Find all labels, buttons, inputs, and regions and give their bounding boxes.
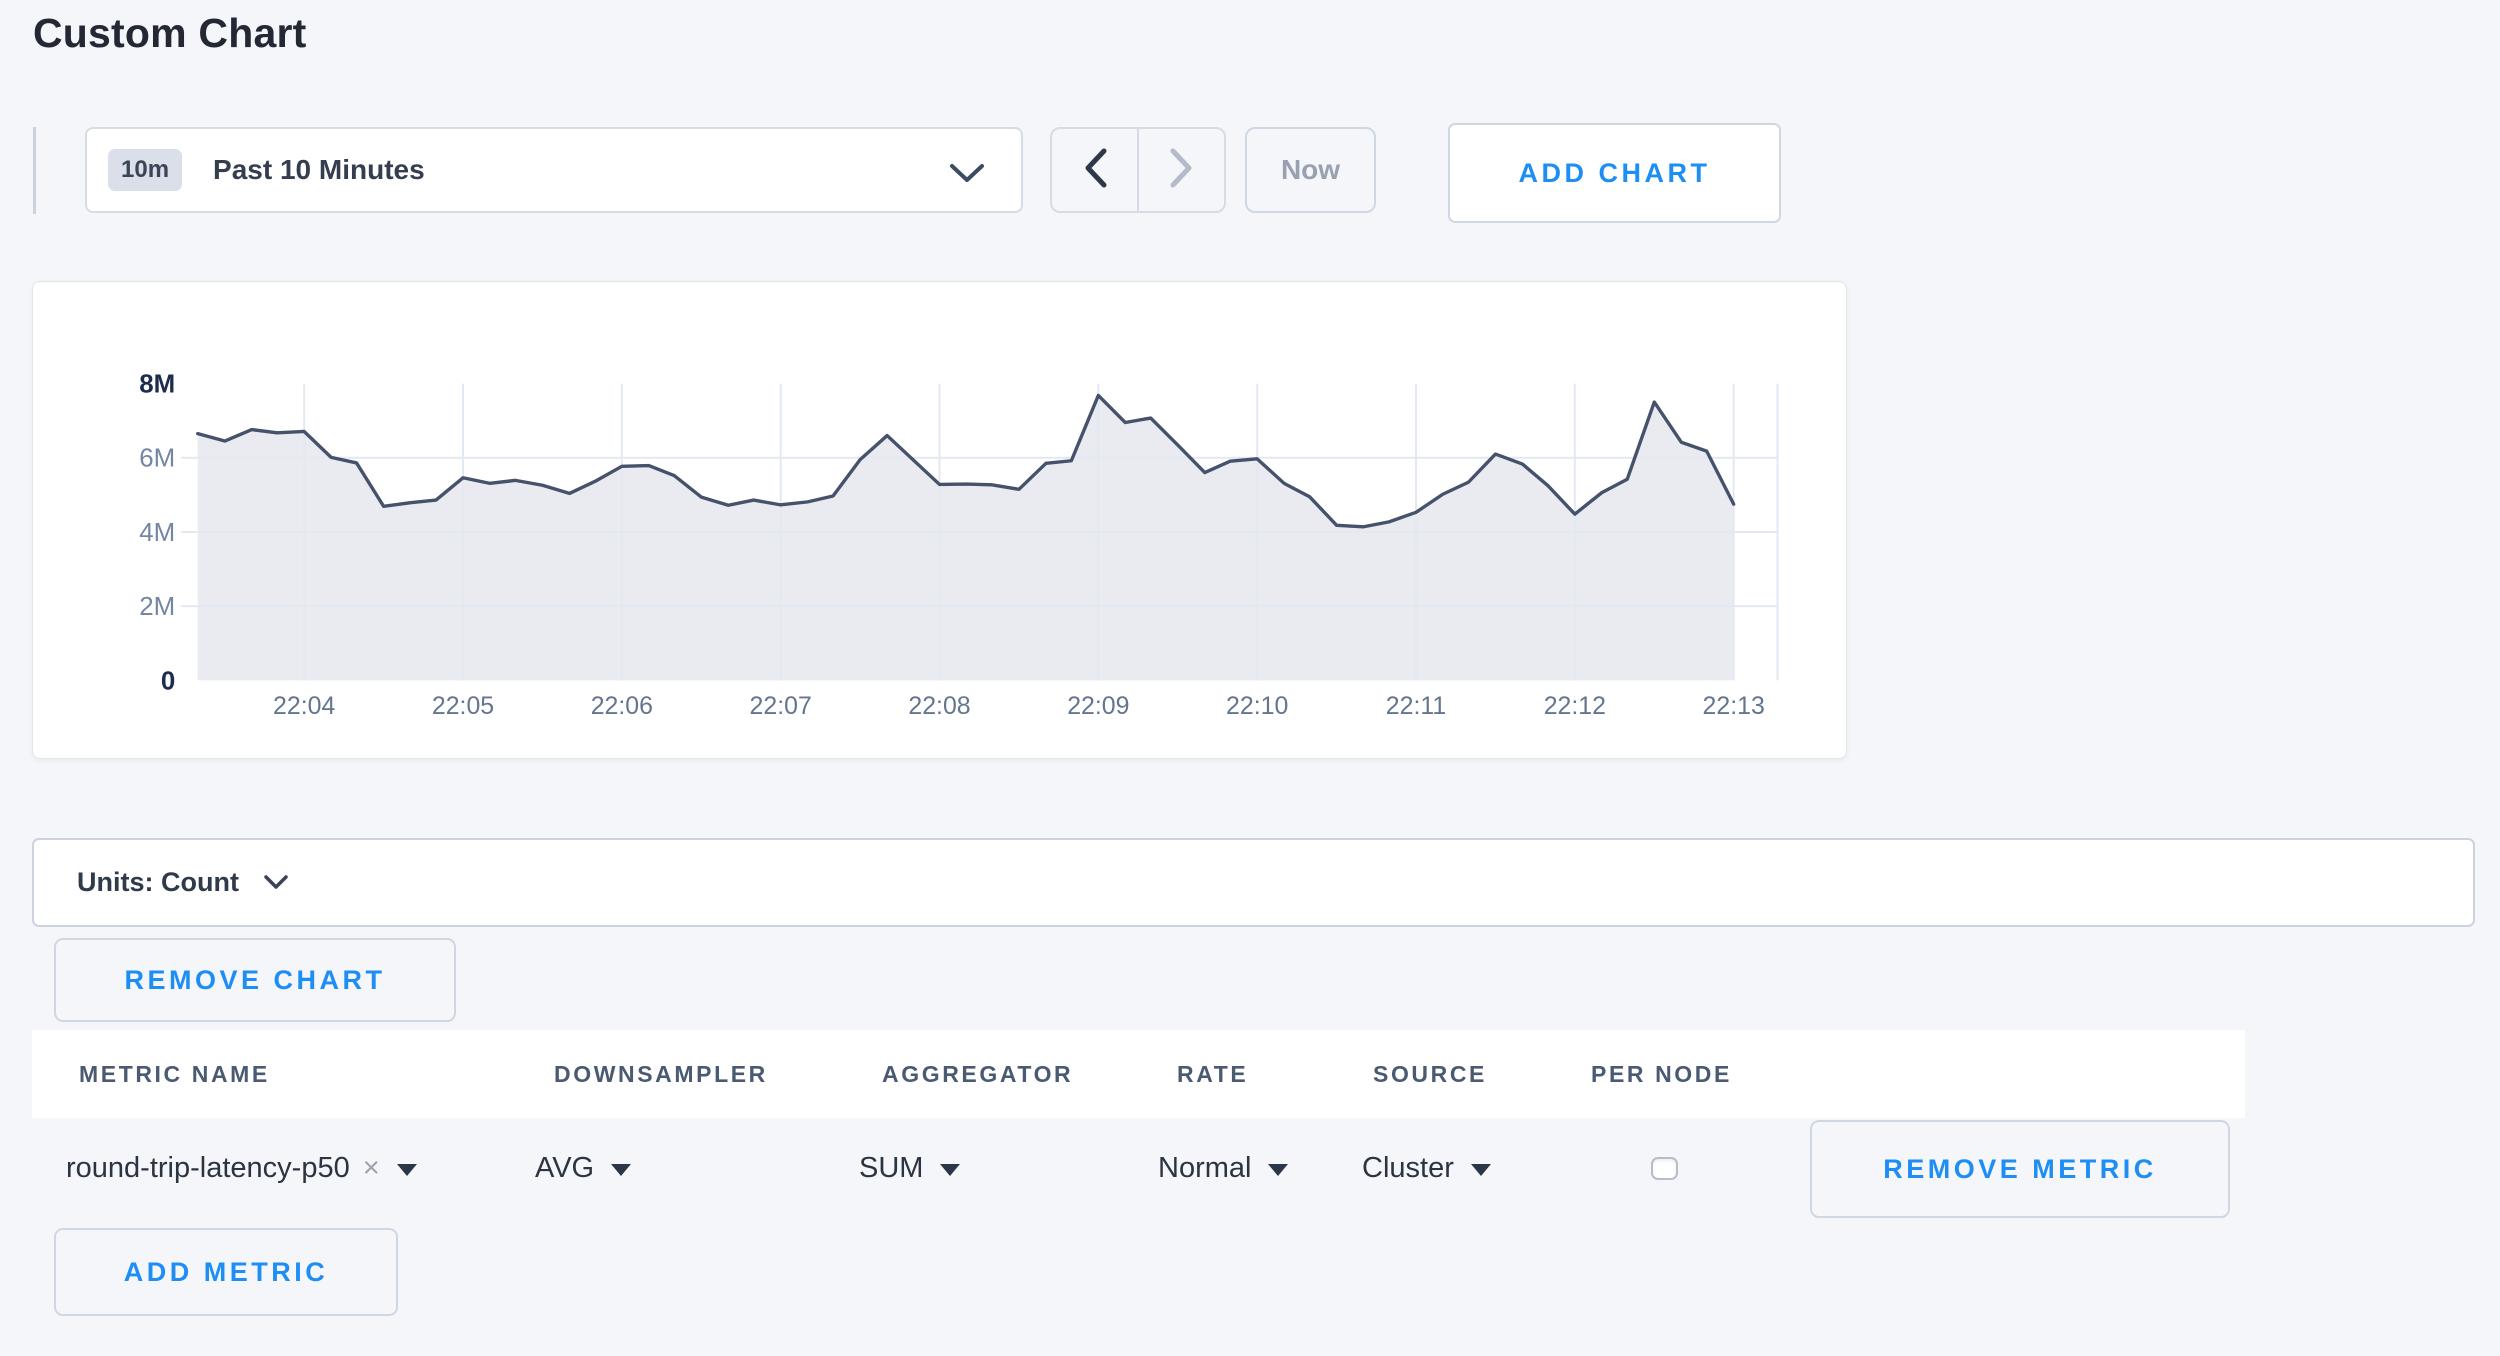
time-back-button[interactable] xyxy=(1052,129,1139,211)
header-rate: RATE xyxy=(1177,1030,1248,1118)
time-forward-button[interactable] xyxy=(1139,129,1224,211)
remove-chart-button[interactable]: REMOVE CHART xyxy=(54,938,456,1022)
add-chart-button[interactable]: ADD CHART xyxy=(1448,123,1781,223)
remove-metric-x-icon[interactable]: × xyxy=(363,1152,380,1185)
svg-text:22:11: 22:11 xyxy=(1386,692,1446,720)
metric-area-chart: 0 2M 4M 6M 8M 22:04 22:05 22:06 22:07 22:08 22:09 2… xyxy=(33,282,1846,758)
aggregator-value: SUM xyxy=(859,1152,923,1185)
caret-down-icon xyxy=(940,1164,960,1176)
svg-text:6M: 6M xyxy=(139,445,175,473)
toolbar-left-divider xyxy=(33,127,36,214)
metric-table-header: METRIC NAME DOWNSAMPLER AGGREGATOR RATE … xyxy=(32,1030,2245,1118)
caret-down-icon xyxy=(611,1164,631,1176)
remove-metric-button[interactable]: REMOVE METRIC xyxy=(1810,1120,2230,1218)
chevron-right-icon xyxy=(1169,146,1195,195)
svg-text:22:06: 22:06 xyxy=(591,692,653,720)
units-dropdown[interactable]: Units: Count xyxy=(32,838,2475,927)
page-title: Custom Chart xyxy=(33,10,306,57)
svg-text:22:13: 22:13 xyxy=(1703,692,1765,720)
add-metric-button[interactable]: ADD METRIC xyxy=(54,1228,398,1316)
svg-text:22:04: 22:04 xyxy=(273,692,335,720)
time-nav-group xyxy=(1050,127,1226,213)
caret-down-icon xyxy=(1268,1164,1288,1176)
metric-name-value: round-trip-latency-p50 xyxy=(66,1152,350,1185)
now-button[interactable]: Now xyxy=(1245,127,1376,213)
downsampler-dropdown[interactable]: AVG xyxy=(535,1118,631,1218)
svg-text:22:07: 22:07 xyxy=(750,692,812,720)
rate-dropdown[interactable]: Normal xyxy=(1158,1118,1288,1218)
source-value: Cluster xyxy=(1362,1152,1454,1185)
svg-text:22:10: 22:10 xyxy=(1226,692,1288,720)
chevron-down-icon xyxy=(949,162,985,189)
svg-text:22:05: 22:05 xyxy=(432,692,494,720)
caret-down-icon xyxy=(1471,1164,1491,1176)
chevron-down-icon xyxy=(263,874,289,896)
caret-down-icon xyxy=(397,1164,417,1176)
source-dropdown[interactable]: Cluster xyxy=(1362,1118,1491,1218)
header-metric-name: METRIC NAME xyxy=(79,1030,270,1118)
time-range-dropdown[interactable]: 10m Past 10 Minutes xyxy=(85,127,1023,213)
svg-text:22:08: 22:08 xyxy=(908,692,970,720)
aggregator-dropdown[interactable]: SUM xyxy=(859,1118,960,1218)
header-per-node: PER NODE xyxy=(1591,1030,1732,1118)
header-source: SOURCE xyxy=(1373,1030,1487,1118)
header-aggregator: AGGREGATOR xyxy=(882,1030,1073,1118)
svg-text:8M: 8M xyxy=(139,371,175,399)
chart-card: 0 2M 4M 6M 8M 22:04 22:05 22:06 22:07 22:08 22:09 2… xyxy=(32,281,1847,759)
svg-text:2M: 2M xyxy=(139,593,175,621)
rate-value: Normal xyxy=(1158,1152,1251,1185)
time-range-label: Past 10 Minutes xyxy=(213,154,425,186)
custom-chart-page: Custom Chart 10m Past 10 Minutes Now ADD… xyxy=(0,0,2500,1356)
units-label: Units: Count xyxy=(77,867,239,898)
downsampler-value: AVG xyxy=(535,1152,594,1185)
per-node-checkbox[interactable] xyxy=(1651,1157,1678,1180)
svg-text:22:12: 22:12 xyxy=(1544,692,1606,720)
time-range-badge: 10m xyxy=(108,149,182,191)
svg-text:0: 0 xyxy=(161,667,175,695)
metric-name-dropdown[interactable]: round-trip-latency-p50 × xyxy=(66,1118,417,1218)
svg-text:4M: 4M xyxy=(139,519,175,547)
svg-text:22:09: 22:09 xyxy=(1067,692,1129,720)
chevron-left-icon xyxy=(1082,146,1108,195)
header-downsampler: DOWNSAMPLER xyxy=(554,1030,768,1118)
